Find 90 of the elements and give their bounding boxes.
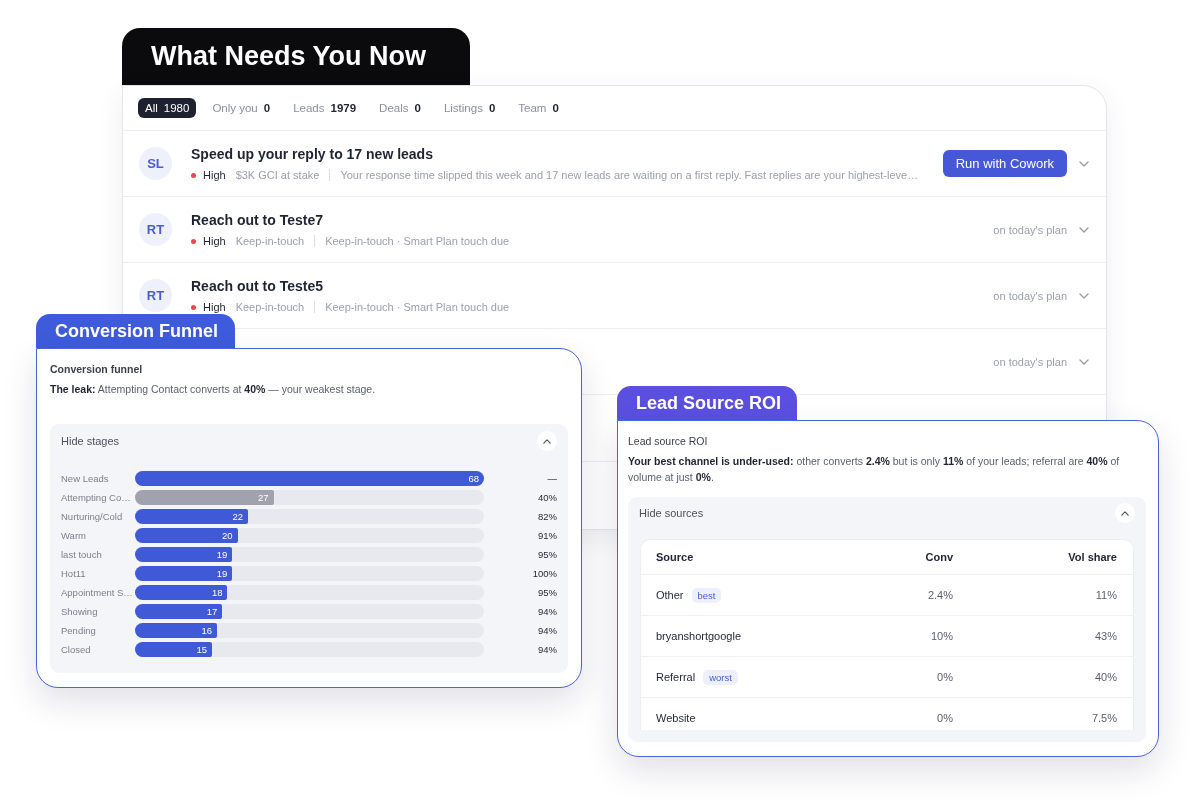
bar-value: 15: [196, 644, 208, 655]
stage-label: Pending: [61, 625, 97, 636]
card-heading: Lead Source ROI: [617, 386, 797, 420]
task-tag: Keep-in-touch: [235, 234, 305, 248]
bar-value: 20: [222, 530, 233, 541]
avatar: SL: [139, 147, 172, 180]
task-tag: Keep-in-touch: [235, 300, 305, 314]
conversion-rate: 0%: [936, 712, 953, 724]
priority-label: High: [203, 234, 226, 248]
bar-value: 22: [232, 511, 244, 522]
filter-tab[interactable]: Leads 1979: [286, 98, 364, 118]
stage-label: Nurturing/Cold: [61, 511, 124, 522]
filter-tab[interactable]: Deals 0: [372, 98, 428, 118]
card-subtitle: Lead source ROI: [628, 434, 709, 448]
plan-note: on today's plan: [993, 223, 1067, 236]
task-title: Reach out to Teste5: [191, 277, 324, 295]
stage-rate: 91%: [537, 530, 557, 541]
chevron-icon[interactable]: [1079, 226, 1089, 233]
conversion-rate: 0%: [936, 671, 953, 683]
priority-dot-icon: [191, 172, 196, 178]
source-tag: worst: [703, 669, 738, 685]
section-heading: What Needs You Now: [122, 28, 470, 85]
filter-tab[interactable]: Listings 0: [436, 98, 503, 118]
stage-rate: —: [546, 473, 557, 484]
stage-label: Hot11: [61, 568, 87, 579]
stage-label: Showing: [61, 606, 99, 617]
priority-label: High: [203, 168, 226, 182]
priority-dot-icon: [191, 238, 196, 244]
task-detail: Keep-in-touch · Smart Plan touch due: [325, 300, 510, 314]
stage-rate: 95%: [537, 587, 557, 598]
column-header: Conv: [924, 551, 953, 563]
plan-note: on today's plan: [993, 289, 1067, 302]
chevron-icon[interactable]: [1079, 292, 1089, 299]
stage-rate: 94%: [537, 606, 557, 617]
bar-value: 18: [211, 587, 223, 598]
filter-tab[interactable]: All 1980: [138, 98, 197, 118]
task-detail: Keep-in-touch · Smart Plan touch due: [325, 234, 510, 248]
task-title: Reach out to Teste7: [191, 211, 324, 229]
filter-tab[interactable]: Only you 0: [205, 98, 278, 118]
volume-share: 7.5%: [1090, 712, 1117, 724]
volume-share: 40%: [1093, 671, 1117, 683]
column-header: Vol share: [1067, 551, 1117, 563]
chevron-up-icon[interactable]: [1115, 503, 1135, 523]
source-tag: best: [691, 587, 722, 603]
task-title: Speed up your reply to 17 new leads: [191, 145, 434, 163]
stage-label: Warm: [61, 530, 87, 541]
stage-label: New Leads: [61, 473, 110, 484]
stage-label: Closed: [61, 644, 92, 655]
toggle-label[interactable]: Hide stages: [61, 435, 120, 447]
stage-rate: 100%: [531, 568, 557, 579]
stage-rate: 40%: [537, 492, 557, 503]
column-header: Source: [656, 551, 695, 563]
conversion-rate: 10%: [929, 630, 953, 642]
stage-label: last touch: [61, 549, 103, 560]
stage-rate: 94%: [537, 625, 557, 636]
filter-tab[interactable]: Team 0: [511, 98, 566, 118]
priority-label: High: [203, 300, 226, 314]
bar-value: 17: [206, 606, 218, 617]
bar-value: 19: [216, 568, 228, 579]
bar-value: 19: [216, 549, 228, 560]
source-name: Referral: [656, 671, 696, 683]
avatar: RT: [139, 213, 172, 246]
stage-rate: 94%: [537, 644, 557, 655]
bar-value: 16: [201, 625, 212, 636]
plan-note: on today's plan: [993, 355, 1067, 368]
task-detail: Your response time slipped this week and 17 new leads are waiting on a first reply. Fast replies are your highest-leve…: [340, 168, 919, 182]
stage-label: Appointment S…: [61, 587, 134, 598]
toggle-label[interactable]: Hide sources: [639, 507, 704, 519]
source-name: Other: [656, 589, 684, 601]
avatar: RT: [139, 279, 172, 312]
insight-text: Your best channel is under-used: other converts 2.4% but is only 11% of your leads; referral are 40% of volume at just 0%.: [628, 454, 1121, 485]
volume-share: 11%: [1094, 589, 1117, 601]
chevron-icon[interactable]: [1079, 160, 1089, 167]
chevron-up-icon[interactable]: [537, 431, 557, 451]
bar-value: 68: [468, 473, 479, 484]
conversion-rate: 2.4%: [926, 589, 953, 601]
task-tag: $3K GCI at stake: [235, 168, 320, 182]
card-heading: Conversion Funnel: [36, 314, 235, 348]
card-subtitle: Conversion funnel: [50, 362, 144, 376]
source-name: Website: [656, 712, 696, 724]
volume-share: 43%: [1093, 630, 1117, 642]
priority-dot-icon: [191, 304, 196, 310]
source-name: bryanshortgoogle: [656, 630, 741, 642]
stage-rate: 82%: [537, 511, 557, 522]
run-button[interactable]: Run with Cowork: [942, 150, 1067, 177]
insight-text: The leak: Attempting Contact converts at 40% — your weakest stage.: [50, 382, 377, 397]
stage-label: Attempting Co…: [61, 492, 132, 503]
stage-rate: 95%: [537, 549, 557, 560]
bar-value: 27: [257, 492, 269, 503]
chevron-icon[interactable]: [1079, 358, 1089, 365]
